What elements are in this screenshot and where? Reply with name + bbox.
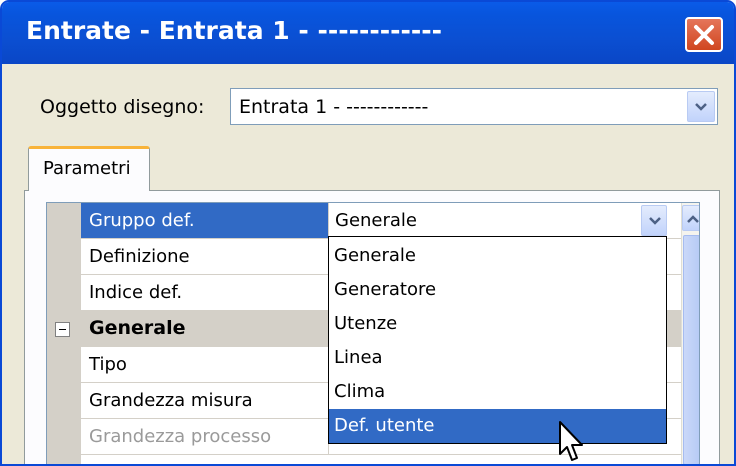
- dropdown-option-label: Generale: [334, 245, 417, 266]
- close-icon: [694, 25, 714, 45]
- property-name: Definizione: [89, 246, 190, 267]
- dialog-window: Entrate - Entrata 1 - ------------ Ogget…: [0, 0, 736, 466]
- dropdown-option-utenze[interactable]: Utenze: [329, 307, 666, 341]
- tab-parametri[interactable]: Parametri: [28, 146, 150, 191]
- scroll-thumb[interactable]: [683, 235, 699, 464]
- window-title: Entrate - Entrata 1 - ------------: [26, 16, 442, 45]
- object-label: Oggetto disegno:: [40, 96, 205, 118]
- property-grid-scrollbar[interactable]: [681, 203, 699, 464]
- property-row-gruppo-def[interactable]: Gruppo def. Generale: [81, 203, 681, 239]
- dropdown-option-generatore[interactable]: Generatore: [329, 273, 666, 307]
- title-bar[interactable]: Entrate - Entrata 1 - ------------: [2, 2, 734, 64]
- dropdown-option-label: Utenze: [334, 313, 398, 334]
- property-name-cell: Gruppo def.: [81, 203, 329, 239]
- dropdown-option-label: Generatore: [334, 279, 437, 300]
- chevron-down-icon: [649, 217, 661, 225]
- property-name-cell: Definizione: [81, 239, 329, 275]
- tab-parametri-label: Parametri: [43, 158, 131, 179]
- property-name-cell: Grandezza processo: [81, 419, 329, 455]
- dropdown-option-label: Linea: [334, 347, 383, 368]
- chevron-down-icon: [695, 103, 707, 111]
- property-name: Gruppo def.: [89, 210, 195, 231]
- dropdown-option-linea[interactable]: Linea: [329, 341, 666, 375]
- property-name-cell: Indice def.: [81, 275, 329, 311]
- dropdown-option-def-utente[interactable]: Def. utente: [329, 409, 666, 443]
- object-combobox-dropdown-button[interactable]: [687, 91, 715, 122]
- object-combobox[interactable]: Entrata 1 - ------------: [230, 88, 718, 125]
- collapse-icon[interactable]: [55, 322, 70, 337]
- property-name-cell: Grandezza misura: [81, 383, 329, 419]
- property-name: Grandezza misura: [89, 390, 253, 411]
- dropdown-option-clima[interactable]: Clima: [329, 375, 666, 409]
- object-combobox-value: Entrata 1 - ------------: [239, 96, 429, 118]
- dropdown-option-label: Def. utente: [334, 415, 435, 436]
- property-name: Tipo: [89, 354, 127, 375]
- property-name: Indice def.: [89, 282, 183, 303]
- property-value-cell[interactable]: Generale: [329, 203, 681, 239]
- close-button[interactable]: [685, 17, 723, 52]
- category-label: Generale: [89, 317, 186, 339]
- property-value: Generale: [335, 210, 418, 231]
- property-name: Grandezza processo: [89, 426, 272, 447]
- gruppo-def-dropdown-button[interactable]: [641, 205, 667, 236]
- property-name-cell: Tipo: [81, 347, 329, 383]
- dropdown-option-generale[interactable]: Generale: [329, 239, 666, 273]
- mouse-cursor-icon: [559, 421, 583, 461]
- gruppo-def-dropdown-list[interactable]: Generale Generatore Utenze Linea Clima D…: [328, 236, 667, 444]
- scroll-up-button[interactable]: [682, 205, 699, 231]
- dropdown-option-label: Clima: [334, 381, 386, 402]
- chevron-up-icon: [687, 215, 699, 223]
